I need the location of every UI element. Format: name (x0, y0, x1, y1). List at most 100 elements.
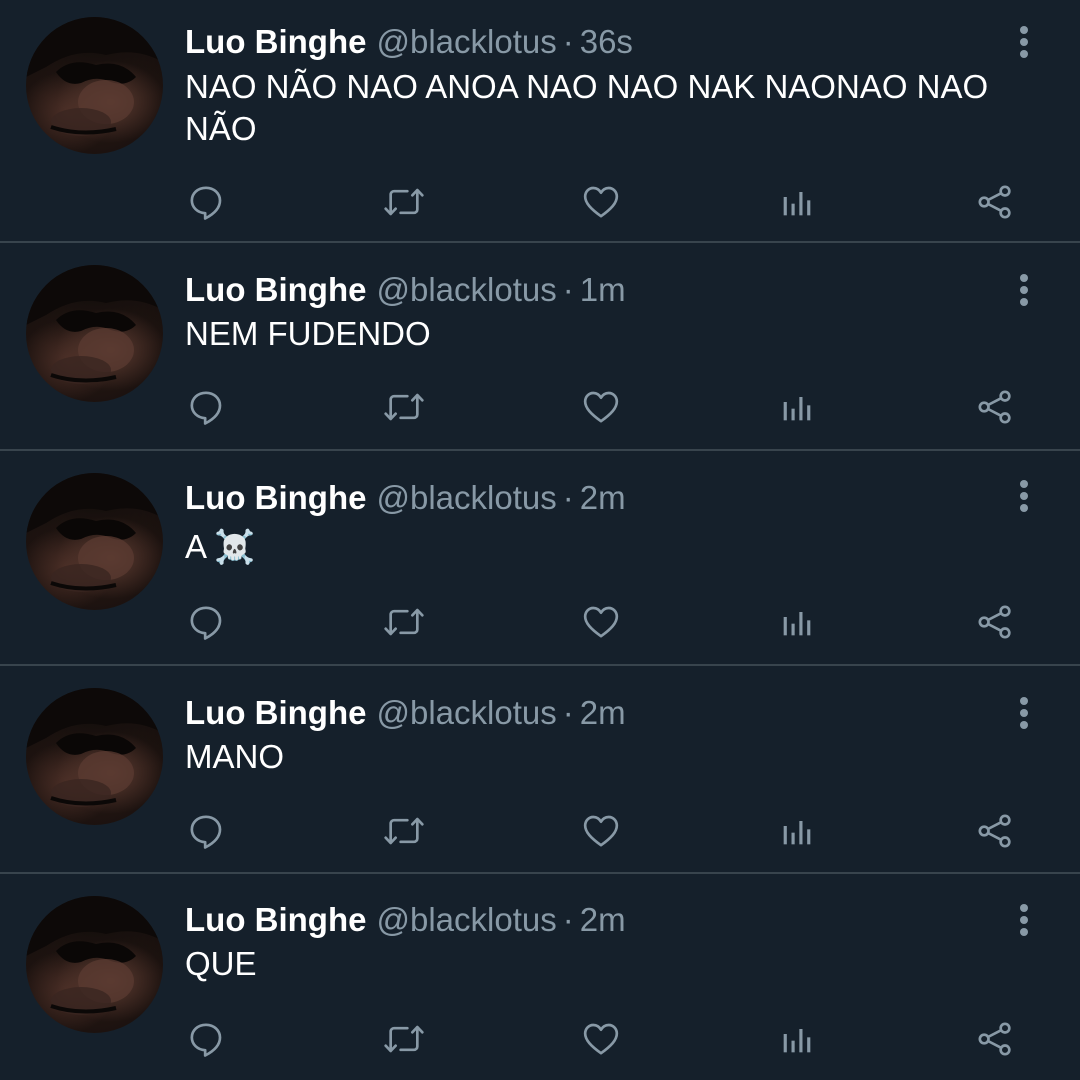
share-nodes-icon (978, 814, 1011, 848)
retweet-arrows-icon (384, 817, 424, 845)
retweet-arrows-icon (384, 608, 424, 636)
separator-dot: · (562, 479, 574, 516)
timestamp[interactable]: 36s (580, 23, 633, 60)
view-stats-button[interactable] (773, 383, 821, 431)
display-name[interactable]: Luo Binghe (185, 901, 366, 938)
bar-chart-icon (783, 612, 811, 636)
tweet-text: A ☠️ (185, 528, 256, 565)
share-button[interactable] (971, 1015, 1019, 1063)
display-name[interactable]: Luo Binghe (185, 694, 366, 731)
separator-dot: · (562, 23, 574, 60)
bar-chart-icon (783, 397, 811, 421)
retweet-button[interactable] (380, 383, 428, 431)
avatar[interactable] (26, 265, 163, 402)
tweet-actions (0, 178, 1080, 226)
reply-button[interactable] (182, 598, 230, 646)
bar-chart-icon (783, 1029, 811, 1053)
bar-chart-icon (783, 192, 811, 216)
tweet-actions (0, 383, 1080, 431)
avatar-photo (26, 473, 163, 592)
user-handle[interactable]: @blacklotus (376, 694, 556, 731)
tweet-text: QUE (185, 945, 257, 982)
tweet-actions (0, 1015, 1080, 1063)
like-button[interactable] (577, 383, 625, 431)
more-options-button[interactable] (1012, 478, 1036, 514)
vertical-ellipsis-icon (1020, 480, 1028, 512)
reply-button[interactable] (182, 1015, 230, 1063)
tweet-header: Luo Binghe @blacklotus · 2m (185, 693, 626, 733)
more-options-button[interactable] (1012, 24, 1036, 60)
avatar-photo (26, 896, 163, 1015)
tweet[interactable]: Luo Binghe @blacklotus · 2m MANO (0, 668, 1080, 874)
more-options-button[interactable] (1012, 272, 1036, 308)
tweet[interactable]: Luo Binghe @blacklotus · 2m QUE (0, 876, 1080, 1080)
tweet-text: MANO (185, 738, 284, 775)
heart-icon (583, 391, 619, 423)
avatar[interactable] (26, 17, 163, 154)
timestamp[interactable]: 2m (580, 694, 626, 731)
avatar-photo (26, 688, 163, 807)
speech-bubble-icon (190, 391, 222, 425)
tweet-actions (0, 807, 1080, 855)
speech-bubble-icon (190, 606, 222, 640)
share-button[interactable] (971, 383, 1019, 431)
like-button[interactable] (577, 178, 625, 226)
user-handle[interactable]: @blacklotus (376, 901, 556, 938)
speech-bubble-icon (190, 1023, 222, 1057)
like-button[interactable] (577, 598, 625, 646)
avatar[interactable] (26, 688, 163, 825)
retweet-button[interactable] (380, 1015, 428, 1063)
tweet-header: Luo Binghe @blacklotus · 1m (185, 270, 626, 310)
vertical-ellipsis-icon (1020, 904, 1028, 936)
tweet[interactable]: Luo Binghe @blacklotus · 36s NAO NÃO NAO AN… (0, 0, 1080, 243)
vertical-ellipsis-icon (1020, 274, 1028, 306)
vertical-ellipsis-icon (1020, 26, 1028, 58)
like-button[interactable] (577, 807, 625, 855)
avatar-photo (26, 17, 163, 136)
tweet[interactable]: Luo Binghe @blacklotus · 2m A ☠️ (0, 453, 1080, 666)
share-button[interactable] (971, 178, 1019, 226)
user-handle[interactable]: @blacklotus (376, 23, 556, 60)
heart-icon (583, 1023, 619, 1055)
speech-bubble-icon (190, 186, 222, 220)
view-stats-button[interactable] (773, 807, 821, 855)
like-button[interactable] (577, 1015, 625, 1063)
tweet-actions (0, 598, 1080, 646)
retweet-arrows-icon (384, 393, 424, 421)
share-button[interactable] (971, 807, 1019, 855)
display-name[interactable]: Luo Binghe (185, 23, 366, 60)
display-name[interactable]: Luo Binghe (185, 271, 366, 308)
timestamp[interactable]: 1m (580, 271, 626, 308)
share-nodes-icon (978, 185, 1011, 219)
avatar[interactable] (26, 896, 163, 1033)
timestamp[interactable]: 2m (580, 901, 626, 938)
retweet-button[interactable] (380, 807, 428, 855)
user-handle[interactable]: @blacklotus (376, 479, 556, 516)
more-options-button[interactable] (1012, 695, 1036, 731)
display-name[interactable]: Luo Binghe (185, 479, 366, 516)
view-stats-button[interactable] (773, 178, 821, 226)
view-stats-button[interactable] (773, 598, 821, 646)
reply-button[interactable] (182, 807, 230, 855)
avatar[interactable] (26, 473, 163, 610)
reply-button[interactable] (182, 178, 230, 226)
share-nodes-icon (978, 1022, 1011, 1056)
reply-button[interactable] (182, 383, 230, 431)
retweet-arrows-icon (384, 1025, 424, 1053)
separator-dot: · (562, 694, 574, 731)
more-options-button[interactable] (1012, 902, 1036, 938)
share-button[interactable] (971, 598, 1019, 646)
view-stats-button[interactable] (773, 1015, 821, 1063)
vertical-ellipsis-icon (1020, 697, 1028, 729)
tweet[interactable]: Luo Binghe @blacklotus · 1m NEM FUDENDO (0, 245, 1080, 451)
speech-bubble-icon (190, 815, 222, 849)
separator-dot: · (562, 271, 574, 308)
timestamp[interactable]: 2m (580, 479, 626, 516)
user-handle[interactable]: @blacklotus (376, 271, 556, 308)
retweet-button[interactable] (380, 178, 428, 226)
retweet-button[interactable] (380, 598, 428, 646)
retweet-arrows-icon (384, 188, 424, 216)
tweet-header: Luo Binghe @blacklotus · 36s (185, 22, 633, 62)
avatar-photo (26, 265, 163, 384)
share-nodes-icon (978, 390, 1011, 424)
